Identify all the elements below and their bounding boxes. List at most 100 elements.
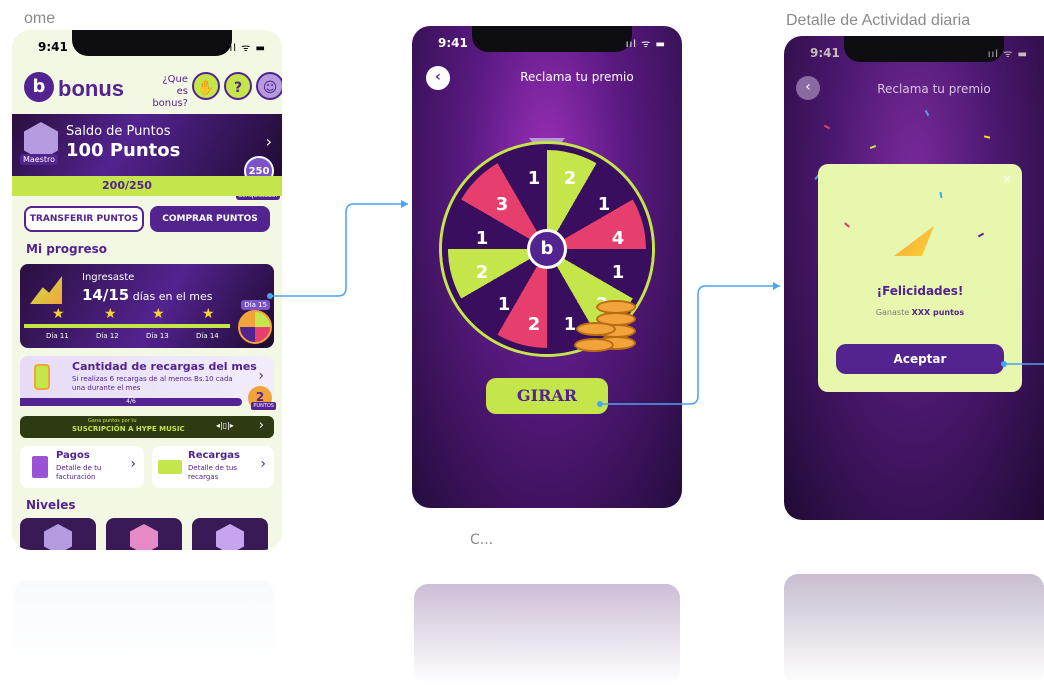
help-question-icon[interactable]: ? bbox=[224, 72, 252, 100]
wheel-number: 4 bbox=[611, 228, 625, 249]
chevron-right-icon[interactable]: › bbox=[266, 132, 272, 151]
confetti bbox=[983, 135, 991, 139]
recharges-detail-card[interactable]: Recargas Detalle de tus recargas › bbox=[152, 446, 274, 488]
day-label: Día 13 bbox=[146, 332, 169, 340]
level-tile[interactable] bbox=[192, 518, 268, 550]
wheel-number: 1 bbox=[497, 294, 511, 315]
confetti bbox=[924, 109, 930, 117]
home-screen: 9:41 ııl ᯤ ▬ b bonus ¿Que es bonus? ✋ ? … bbox=[12, 30, 282, 550]
avatar-icon[interactable]: ☺ bbox=[256, 72, 282, 100]
signal-battery-icon: ııl ᯤ ▬ bbox=[987, 49, 1028, 60]
star-icon: ★ bbox=[202, 306, 215, 322]
level-badge: Maestro bbox=[20, 154, 59, 165]
points-progress-bar: 200/250 bbox=[12, 176, 282, 196]
recharges-desc: Si realizas 6 recargas de al menos Bs.10… bbox=[72, 375, 233, 392]
chevron-right-icon[interactable]: › bbox=[130, 456, 136, 472]
payments-card[interactable]: Pagos Detalle de tu facturación › bbox=[20, 446, 144, 488]
que-es-bonus-link[interactable]: ¿Que es bonus? bbox=[148, 74, 188, 110]
result-screen: 9:41 ııl ᯤ ▬ ‹ Reclama tu premio × ¡Feli… bbox=[784, 36, 1044, 520]
party-popper-icon bbox=[880, 212, 950, 268]
arrow-head-icon bbox=[773, 282, 780, 290]
recharges-points-label: PUNTOS bbox=[251, 402, 276, 410]
wheel-number: 2 bbox=[563, 168, 577, 189]
header: b bonus ¿Que es bonus? ✋ ? ☺ bbox=[24, 70, 282, 109]
won-points: XXX puntos bbox=[911, 308, 965, 317]
recharges-title: Cantidad de recargas del mes bbox=[72, 360, 257, 373]
home-reflection bbox=[14, 580, 274, 680]
accept-button[interactable]: Aceptar bbox=[836, 344, 1004, 374]
phone-icon bbox=[34, 364, 50, 390]
wheel-number: 1 bbox=[475, 228, 489, 249]
connector-home-to-roulette bbox=[270, 203, 408, 297]
document-icon bbox=[32, 456, 48, 478]
level-hex-icon bbox=[130, 524, 158, 550]
coins-icon bbox=[574, 292, 638, 358]
status-bar: 9:41 ııl ᯤ ▬ bbox=[412, 26, 682, 56]
level-tile[interactable] bbox=[20, 518, 96, 550]
day-label: Día 12 bbox=[96, 332, 119, 340]
hype-music-banner[interactable]: Gana puntos por tu SUSCRIPCIÓN A HYPE MU… bbox=[20, 416, 274, 438]
level-tile[interactable] bbox=[106, 518, 182, 550]
hand-icon[interactable]: ✋ bbox=[192, 72, 220, 100]
brand-name: bonus bbox=[58, 76, 124, 101]
wheel-number: 2 bbox=[475, 262, 489, 283]
levels-section-title: Niveles bbox=[26, 498, 76, 512]
won-points-text: Ganaste XXX puntos bbox=[818, 308, 1022, 317]
phone-notch bbox=[844, 36, 1004, 62]
chevron-right-icon[interactable]: › bbox=[259, 418, 264, 433]
payments-title: Pagos bbox=[56, 450, 90, 461]
wheel-number: 1 bbox=[597, 194, 611, 215]
wheel-number: 3 bbox=[495, 194, 509, 215]
back-chevron-left-icon[interactable]: ‹ bbox=[426, 66, 450, 90]
chevron-right-icon[interactable]: › bbox=[260, 456, 266, 472]
confetti bbox=[869, 145, 877, 149]
points-balance-card[interactable]: Maestro Saldo de Puntos 100 Puntos › 250… bbox=[12, 114, 282, 200]
status-time: 9:41 bbox=[810, 46, 840, 60]
payments-desc: Detalle de tu facturación bbox=[56, 464, 102, 481]
confetti bbox=[977, 232, 985, 238]
recharges-progress-text: 4/6 bbox=[126, 398, 136, 405]
buy-points-button[interactable]: COMPRAR PUNTOS bbox=[150, 206, 270, 232]
roulette-reflection bbox=[414, 584, 680, 684]
signal-battery-icon: ııl ᯤ ▬ bbox=[225, 43, 266, 54]
wheel-number: 1 bbox=[611, 262, 625, 283]
status-time: 9:41 bbox=[38, 40, 68, 54]
result-reflection bbox=[784, 574, 1044, 684]
bonus-logo-icon: b bbox=[24, 72, 54, 102]
points-progress-text: 200/250 bbox=[102, 179, 152, 192]
won-prefix: Ganaste bbox=[875, 308, 912, 317]
sound-wave-icon: ◂|▯|▸ bbox=[216, 421, 234, 430]
confetti bbox=[939, 191, 943, 199]
daily-login-card[interactable]: Ingresaste 14/15 días en el mes ★ ★ ★ ★ … bbox=[20, 264, 274, 348]
prize-dialog: × ¡Felicidades! Ganaste XXX puntos Acept… bbox=[818, 164, 1022, 392]
day-15-label: Día 15 bbox=[241, 300, 270, 310]
roulette-screen: 9:41 ııl ᯤ ▬ ‹ Reclama tu premio 2 1 4 1… bbox=[412, 26, 682, 508]
star-icon: ★ bbox=[52, 306, 65, 322]
recharges-detail-title: Recargas bbox=[188, 450, 240, 461]
chevron-right-icon[interactable]: › bbox=[258, 368, 264, 384]
arrow-head-icon bbox=[401, 200, 408, 208]
result-title: Reclama tu premio bbox=[877, 82, 991, 96]
login-progress-track bbox=[24, 324, 230, 328]
confetti bbox=[823, 124, 831, 130]
back-chevron-left-icon[interactable]: ‹ bbox=[796, 76, 820, 100]
status-bar: 9:41 ııl ᯤ ▬ bbox=[784, 36, 1044, 66]
close-icon[interactable]: × bbox=[1002, 172, 1012, 186]
card-icon bbox=[158, 460, 182, 474]
roulette-wheel-icon[interactable] bbox=[238, 310, 272, 344]
wheel-number: 1 bbox=[527, 168, 541, 189]
banner-title: SUSCRIPCIÓN A HYPE MUSIC bbox=[72, 425, 185, 433]
confetti bbox=[844, 222, 850, 228]
login-days-count: 14/15 bbox=[82, 286, 130, 304]
spin-button[interactable]: GIRAR bbox=[486, 378, 608, 414]
transfer-points-button[interactable]: TRANSFERIR PUNTOS bbox=[24, 206, 144, 232]
status-bar: 9:41 ııl ᯤ ▬ bbox=[12, 30, 282, 60]
points-balance-label: Saldo de Puntos bbox=[66, 124, 171, 139]
detail-frame-title: Detalle de Actividad diaria bbox=[786, 12, 971, 29]
phone-notch bbox=[472, 26, 632, 52]
signal-battery-icon: ııl ᯤ ▬ bbox=[625, 39, 666, 50]
star-icon: ★ bbox=[104, 306, 117, 322]
recharges-card[interactable]: Cantidad de recargas del mes Si realizas… bbox=[20, 356, 274, 402]
wheel-number: 2 bbox=[527, 314, 541, 335]
banner-subtitle: Gana puntos por tu bbox=[88, 418, 137, 424]
